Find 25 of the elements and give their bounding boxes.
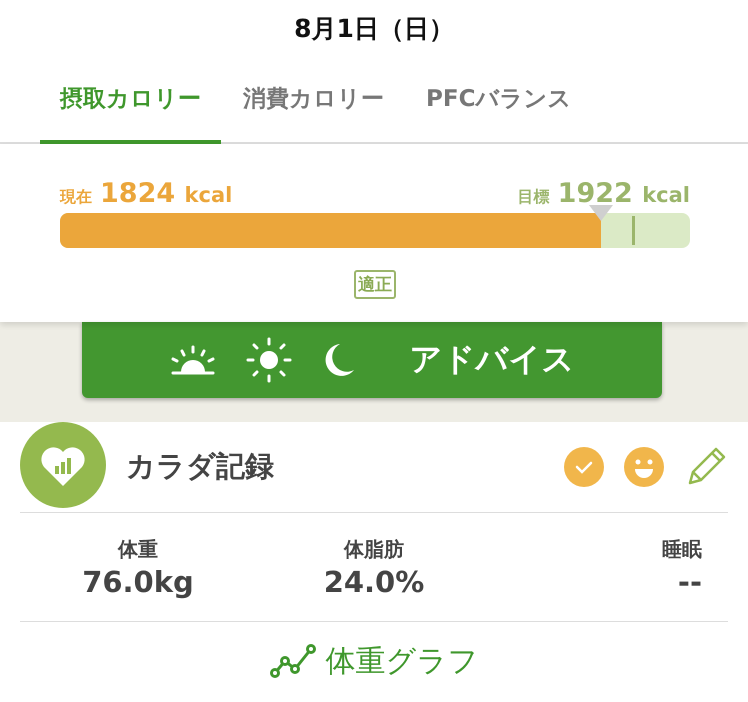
metric-value: 24.0% bbox=[324, 564, 424, 598]
heart-chart-icon bbox=[20, 422, 106, 508]
metric-label: 睡眠 bbox=[662, 536, 702, 562]
advice-button[interactable]: アドバイス bbox=[82, 322, 662, 398]
metric-value: -- bbox=[678, 564, 702, 598]
sun-icon bbox=[246, 337, 292, 383]
sunrise-icon bbox=[170, 345, 216, 375]
metric-label: 体脂肪 bbox=[344, 536, 404, 562]
tab[interactable]: 消費カロリー bbox=[223, 56, 404, 144]
target-label: 目標 bbox=[518, 187, 550, 208]
weight-graph-link[interactable]: 体重グラフ bbox=[20, 622, 728, 700]
pointer-icon bbox=[589, 205, 614, 221]
date-title: 8月1日（日） bbox=[294, 12, 454, 44]
check-icon[interactable] bbox=[564, 447, 604, 487]
section-title: カラダ記録 bbox=[126, 448, 274, 485]
current-label: 現在 bbox=[60, 187, 92, 208]
tab[interactable]: 摂取カロリー bbox=[40, 56, 221, 144]
smiley-icon[interactable] bbox=[624, 447, 664, 487]
current-calories: 1824 kcal bbox=[100, 178, 232, 209]
metric-label: 体重 bbox=[118, 536, 158, 562]
line-chart-icon bbox=[270, 644, 316, 678]
tab[interactable]: PFCバランス bbox=[406, 56, 592, 144]
status-badge: 適正 bbox=[354, 270, 396, 299]
metric-value: 76.0kg bbox=[82, 564, 194, 598]
target-calories: 1922 kcal bbox=[558, 178, 690, 209]
